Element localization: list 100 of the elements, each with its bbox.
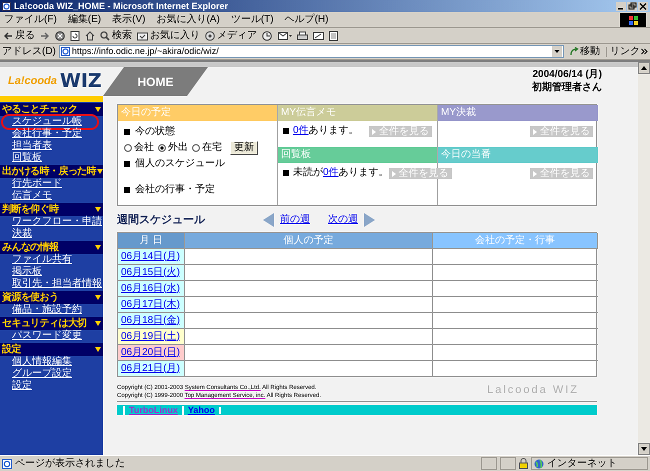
- square-bullet-icon: [283, 128, 289, 134]
- user-name: 初期管理者さん: [532, 83, 602, 93]
- next-week-link[interactable]: 次の週: [328, 215, 358, 225]
- menu-item[interactable]: ヘルプ(H): [284, 14, 328, 24]
- brand-text: Lalcooda WIZ: [487, 385, 579, 396]
- search-icon: [100, 30, 110, 40]
- sidebar-link[interactable]: 掲示板: [12, 267, 42, 277]
- menu-item[interactable]: 表示(V): [112, 14, 146, 24]
- sidebar-link[interactable]: ファイル共有: [12, 255, 72, 265]
- sidebar-link[interactable]: ワークフロー・申請: [12, 217, 102, 227]
- update-button[interactable]: 更新: [230, 141, 258, 155]
- date-link[interactable]: 06月16日(水): [121, 284, 180, 294]
- menu-item[interactable]: 編集(E): [68, 14, 102, 24]
- footer-link[interactable]: Yahoo: [182, 406, 219, 414]
- sidebar-link[interactable]: スケジュール帳: [12, 117, 82, 127]
- sidebar-link[interactable]: グループ設定: [12, 369, 72, 379]
- links-button[interactable]: リンク: [606, 46, 648, 56]
- date-link[interactable]: 06月20日(日): [121, 348, 180, 358]
- toolbar-button[interactable]: メディア: [205, 30, 257, 40]
- sidebar-section-header[interactable]: セキュリティは大切: [0, 317, 103, 330]
- play-triangle-icon: [533, 128, 537, 134]
- edit-icon[interactable]: [313, 30, 324, 40]
- chevron-icon: [641, 48, 648, 55]
- sidebar-link[interactable]: 取引先・担当者情報: [12, 279, 102, 289]
- radio-option[interactable]: 外出: [158, 143, 188, 153]
- right-triangle-icon: [364, 213, 375, 227]
- date-link[interactable]: 06月17日(木): [121, 300, 180, 310]
- caret-icon: [97, 169, 104, 174]
- sidebar-link[interactable]: 行先ボード: [12, 179, 62, 189]
- back-arrow-icon: [3, 30, 13, 40]
- count-link[interactable]: 0件: [293, 125, 309, 136]
- section-title: 週間スケジュール: [117, 214, 205, 226]
- sidebar-section-header[interactable]: 設定: [0, 343, 103, 356]
- column-header: 会社の予定・行事: [433, 233, 598, 248]
- sidebar-link[interactable]: 会社行事・予定: [12, 129, 82, 139]
- date-link[interactable]: 06月18日(金): [121, 316, 180, 326]
- square-bullet-icon: [124, 187, 130, 193]
- toolbar-button[interactable]: 戻る: [3, 30, 35, 40]
- scrollbar[interactable]: [638, 62, 650, 455]
- mail-icon[interactable]: [278, 30, 292, 40]
- section-heading: 今の状態: [135, 127, 175, 137]
- menu-item[interactable]: ファイル(F): [4, 14, 57, 24]
- history-icon[interactable]: [262, 30, 273, 40]
- caret-icon: [95, 245, 101, 250]
- count-link[interactable]: 0件: [323, 167, 339, 178]
- stop-icon[interactable]: [55, 30, 65, 40]
- date-text: 2004/06/14 (月): [532, 70, 602, 80]
- sidebar-link[interactable]: 設定: [12, 381, 32, 391]
- status-message: ページが表示されました: [15, 458, 125, 468]
- media-icon: [205, 30, 215, 40]
- printer-icon[interactable]: [297, 30, 308, 40]
- section-heading: 個人のスケジュール: [135, 159, 225, 169]
- date-link[interactable]: 06月15日(火): [121, 268, 180, 278]
- radio-option[interactable]: 在宅: [192, 143, 222, 153]
- toolbar-button[interactable]: お気に入り: [137, 30, 200, 40]
- prev-week-link[interactable]: 前の週: [280, 215, 310, 225]
- forward-arrow-icon[interactable]: [40, 30, 50, 40]
- panel-header: 今日の予定: [118, 105, 277, 121]
- column-header: 月 日: [118, 233, 185, 248]
- menu-item[interactable]: ツール(T): [230, 14, 274, 24]
- toolbar-button[interactable]: 検索: [100, 30, 132, 40]
- sidebar-section-header[interactable]: 判断を仰ぐ時: [0, 203, 103, 216]
- date-link[interactable]: 06月14日(月): [121, 252, 180, 262]
- left-triangle-icon: [263, 213, 274, 227]
- address-field[interactable]: https://info.odic.ne.jp/~akira/odic/wiz/: [58, 45, 564, 58]
- sidebar-link[interactable]: 回覧板: [12, 153, 42, 163]
- minimize-icon: [616, 2, 626, 10]
- go-button[interactable]: 移動: [567, 46, 603, 56]
- square-bullet-icon: [124, 161, 130, 167]
- sidebar-link[interactable]: パスワード変更: [12, 331, 82, 341]
- sidebar-link[interactable]: 伝言メモ: [12, 191, 52, 201]
- sidebar-link[interactable]: 備品・施設予約: [12, 305, 82, 315]
- page-icon: [60, 47, 70, 56]
- sidebar-section-header[interactable]: 資源を使おう: [0, 291, 103, 304]
- panel-header: MY決裁: [438, 105, 598, 121]
- square-bullet-icon: [124, 129, 130, 135]
- home-icon[interactable]: [85, 30, 95, 40]
- window-title: La!cooda WIZ_HOME - Microsoft Internet Explorer: [14, 2, 228, 10]
- count-text: 未読が0件あります。: [293, 168, 389, 178]
- sidebar-section-header[interactable]: みんなの情報: [0, 241, 103, 254]
- caret-icon: [95, 321, 101, 326]
- date-link[interactable]: 06月19日(土): [121, 332, 180, 342]
- lock-icon: [519, 458, 528, 469]
- play-triangle-icon: [392, 170, 396, 176]
- go-arrow-icon: [570, 47, 579, 56]
- sidebar-link[interactable]: 個人情報編集: [12, 357, 72, 367]
- date-link[interactable]: 06月21日(月): [121, 364, 180, 374]
- page-icon: [2, 458, 12, 468]
- refresh-icon[interactable]: [70, 30, 80, 40]
- panel-header: MY伝言メモ: [278, 105, 437, 121]
- document-icon[interactable]: [329, 30, 338, 40]
- sidebar-link[interactable]: 決裁: [12, 229, 32, 239]
- panel-header: 今日の当番: [438, 147, 598, 163]
- address-label: アドレス(D): [2, 46, 56, 56]
- count-text: 0件あります。: [293, 126, 359, 136]
- sidebar-section-header[interactable]: 出かける時・戻った時: [0, 165, 103, 178]
- menu-item[interactable]: お気に入り(A): [156, 14, 220, 24]
- sidebar-link[interactable]: 担当者表: [12, 141, 52, 151]
- page-title: HOME: [103, 67, 208, 96]
- radio-option[interactable]: 会社: [124, 143, 154, 153]
